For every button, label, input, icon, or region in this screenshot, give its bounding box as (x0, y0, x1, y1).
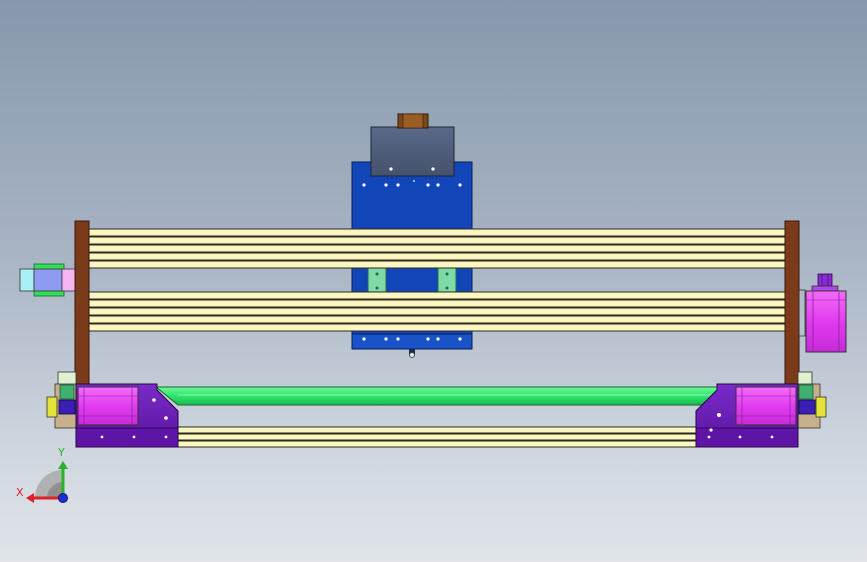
spindle-motor (370, 113, 455, 182)
lower-rail-group (88, 291, 786, 332)
cad-viewport[interactable]: X Y (0, 0, 867, 562)
z-axis-dot (58, 493, 68, 503)
base-frame (154, 386, 718, 448)
rail-rod (88, 323, 786, 332)
right-gantry-post (784, 220, 800, 387)
rail-rod (88, 244, 786, 253)
left-end-plate (46, 371, 179, 448)
rail-rod (88, 236, 786, 245)
upper-rail-group (88, 228, 786, 269)
rail-rod (88, 315, 786, 324)
cnc-machine-front-view: X Y (16, 113, 847, 503)
rail-rod (88, 307, 786, 316)
right-end-plate (695, 371, 827, 448)
right-stepper-motor (798, 273, 847, 353)
coordinate-triad[interactable]: X Y (16, 446, 68, 503)
rail-rod (88, 228, 786, 237)
left-gantry-post (74, 220, 90, 387)
rail-rod (88, 291, 786, 300)
rail-rod (88, 252, 786, 261)
y-axis-label: Y (57, 446, 65, 459)
x-axis-label: X (16, 486, 24, 499)
rail-rod (88, 260, 786, 269)
base-rail-rod (177, 440, 697, 448)
left-stepper-motor (19, 263, 77, 297)
rail-rod (88, 299, 786, 308)
base-rail-rod (177, 433, 697, 441)
base-rail-rod (177, 426, 697, 434)
